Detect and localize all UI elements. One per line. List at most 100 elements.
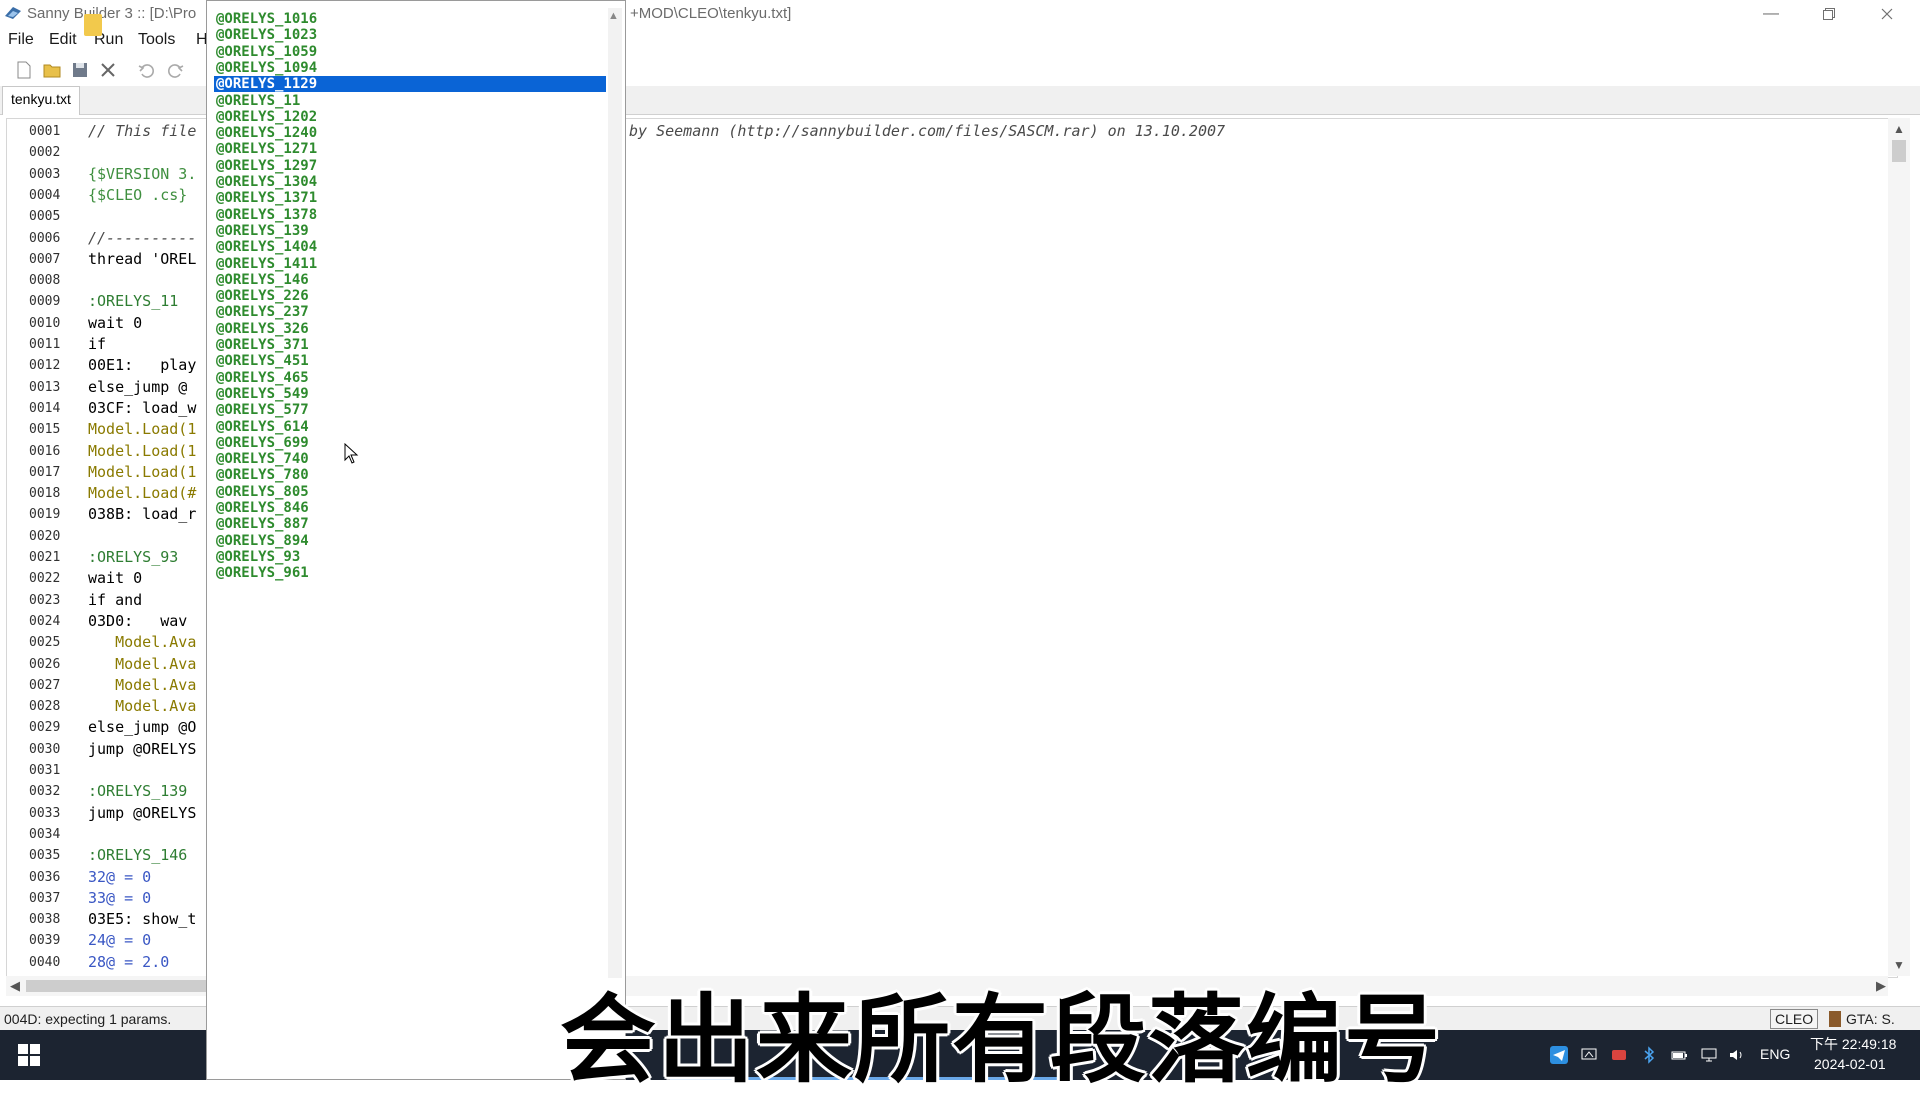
autocomplete-item[interactable]: @ORELYS_1094 — [214, 60, 606, 76]
new-file-icon[interactable] — [14, 60, 34, 80]
scroll-left-icon[interactable]: ◀ — [10, 978, 20, 994]
scroll-up-icon[interactable]: ▲ — [1892, 122, 1906, 136]
open-folder-icon[interactable] — [42, 60, 62, 80]
code-line[interactable]: 03D0: wav — [88, 612, 187, 630]
bluetooth-icon[interactable] — [1640, 1046, 1658, 1064]
code-line[interactable]: // This file — [88, 122, 196, 140]
clock-time[interactable]: 下午 22:49:18 — [1810, 1034, 1896, 1054]
minimize-button[interactable]: — — [1748, 0, 1794, 28]
autocomplete-item[interactable]: @ORELYS_1304 — [214, 174, 606, 190]
autocomplete-item[interactable]: @ORELYS_1016 — [214, 11, 606, 27]
input-language[interactable]: ENG — [1760, 1046, 1790, 1062]
autocomplete-item[interactable]: @ORELYS_146 — [214, 272, 606, 288]
telegram-tray-icon[interactable] — [1550, 1046, 1568, 1064]
autocomplete-item[interactable]: @ORELYS_1240 — [214, 125, 606, 141]
code-line[interactable]: wait 0 — [88, 314, 142, 332]
code-line[interactable]: 32@ = 0 — [88, 868, 151, 886]
code-line[interactable]: :ORELYS_93 — [88, 548, 178, 566]
autocomplete-item[interactable]: @ORELYS_226 — [214, 288, 606, 304]
code-line[interactable]: 28@ = 2.0 — [88, 953, 169, 971]
battery-icon[interactable] — [1670, 1046, 1688, 1064]
autocomplete-item[interactable]: @ORELYS_894 — [214, 533, 606, 549]
autocomplete-item[interactable]: @ORELYS_1059 — [214, 44, 606, 60]
autocomplete-item[interactable]: @ORELYS_1202 — [214, 109, 606, 125]
autocomplete-item[interactable]: @ORELYS_961 — [214, 565, 606, 581]
code-line[interactable]: if and — [88, 591, 142, 609]
redo-icon[interactable] — [166, 60, 186, 80]
code-line[interactable]: Model.Ava — [88, 633, 196, 651]
code-line-comment-tail[interactable]: by Seemann (http://sannybuilder.com/file… — [629, 122, 1225, 140]
code-line[interactable]: :ORELYS_11 — [88, 292, 178, 310]
display-tray-icon[interactable] — [1580, 1046, 1598, 1064]
vertical-scrollbar[interactable] — [1888, 118, 1910, 976]
network-icon[interactable] — [1700, 1046, 1718, 1064]
menu-edit[interactable]: Edit — [49, 31, 77, 49]
autocomplete-item[interactable]: @ORELYS_139 — [214, 223, 606, 239]
autocomplete-item[interactable]: @ORELYS_1271 — [214, 141, 606, 157]
autocomplete-scroll-up-icon[interactable]: ▲ — [608, 10, 619, 22]
autocomplete-item[interactable]: @ORELYS_1404 — [214, 239, 606, 255]
code-line[interactable]: Model.Load(1 — [88, 463, 196, 481]
menu-file[interactable]: File — [8, 31, 34, 49]
autocomplete-item[interactable]: @ORELYS_1297 — [214, 158, 606, 174]
record-tray-icon[interactable] — [1610, 1046, 1628, 1064]
autocomplete-scrollbar[interactable] — [608, 8, 622, 978]
autocomplete-item[interactable]: @ORELYS_1378 — [214, 207, 606, 223]
vertical-scroll-thumb[interactable] — [1892, 140, 1906, 162]
scroll-right-icon[interactable]: ▶ — [1876, 978, 1886, 994]
horizontal-scroll-thumb[interactable] — [26, 980, 206, 992]
code-line[interactable]: :ORELYS_146 — [88, 846, 187, 864]
code-line[interactable]: 03CF: load_w — [88, 399, 196, 417]
scroll-down-icon[interactable]: ▼ — [1892, 958, 1906, 972]
code-line[interactable]: if — [88, 335, 106, 353]
code-line[interactable]: //---------- — [88, 229, 196, 247]
tab-tenkyu[interactable]: tenkyu.txt — [2, 86, 80, 115]
restore-button[interactable] — [1806, 0, 1852, 28]
code-line[interactable]: {$CLEO .cs} — [88, 186, 187, 204]
autocomplete-item[interactable]: @ORELYS_465 — [214, 370, 606, 386]
label-autocomplete-list[interactable]: @ORELYS_1016 @ORELYS_1023 @ORELYS_1059 @ORE… — [206, 0, 626, 1080]
code-line[interactable]: :ORELYS_139 — [88, 782, 187, 800]
autocomplete-item[interactable]: @ORELYS_740 — [214, 451, 606, 467]
autocomplete-item[interactable]: @ORELYS_614 — [214, 419, 606, 435]
code-line[interactable]: jump @ORELYS — [88, 740, 196, 758]
autocomplete-item[interactable]: @ORELYS_11 — [214, 93, 606, 109]
code-line[interactable]: Model.Load(1 — [88, 420, 196, 438]
code-line[interactable]: Model.Ava — [88, 655, 196, 673]
autocomplete-item[interactable]: @ORELYS_549 — [214, 386, 606, 402]
save-icon[interactable] — [70, 60, 90, 80]
code-line[interactable]: {$VERSION 3. — [88, 165, 196, 183]
close-file-icon[interactable] — [98, 60, 118, 80]
code-line[interactable]: 038B: load_r — [88, 505, 196, 523]
code-line[interactable]: 33@ = 0 — [88, 889, 151, 907]
autocomplete-item[interactable]: @ORELYS_1371 — [214, 190, 606, 206]
code-line[interactable]: thread 'OREL — [88, 250, 196, 268]
autocomplete-item[interactable]: @ORELYS_237 — [214, 304, 606, 320]
autocomplete-item[interactable]: @ORELYS_846 — [214, 500, 606, 516]
code-line[interactable]: Model.Load(# — [88, 484, 196, 502]
autocomplete-item[interactable]: @ORELYS_780 — [214, 467, 606, 483]
autocomplete-item[interactable]: @ORELYS_805 — [214, 484, 606, 500]
code-line[interactable]: else_jump @ — [88, 378, 187, 396]
undo-icon[interactable] — [136, 60, 156, 80]
autocomplete-item[interactable]: @ORELYS_451 — [214, 353, 606, 369]
autocomplete-item[interactable]: @ORELYS_577 — [214, 402, 606, 418]
autocomplete-item[interactable]: @ORELYS_93 — [214, 549, 606, 565]
taskbar-explorer-button[interactable] — [78, 1038, 202, 1076]
code-line[interactable]: Model.Load(1 — [88, 442, 196, 460]
close-button[interactable] — [1864, 0, 1910, 28]
code-line[interactable]: else_jump @O — [88, 718, 196, 736]
code-line[interactable]: jump @ORELYS — [88, 804, 196, 822]
status-game-mode[interactable]: GTA: S. — [1846, 1011, 1895, 1027]
code-line[interactable]: 24@ = 0 — [88, 931, 151, 949]
code-line[interactable]: wait 0 — [88, 569, 142, 587]
autocomplete-item[interactable]: @ORELYS_887 — [214, 516, 606, 532]
code-line[interactable]: Model.Ava — [88, 676, 196, 694]
windows-start-icon[interactable] — [18, 1044, 40, 1066]
autocomplete-item[interactable]: @ORELYS_371 — [214, 337, 606, 353]
autocomplete-item[interactable]: @ORELYS_1411 — [214, 256, 606, 272]
code-line[interactable]: Model.Ava — [88, 697, 196, 715]
volume-icon[interactable] — [1728, 1046, 1746, 1064]
autocomplete-item[interactable]: @ORELYS_326 — [214, 321, 606, 337]
code-line[interactable]: 03E5: show_t — [88, 910, 196, 928]
